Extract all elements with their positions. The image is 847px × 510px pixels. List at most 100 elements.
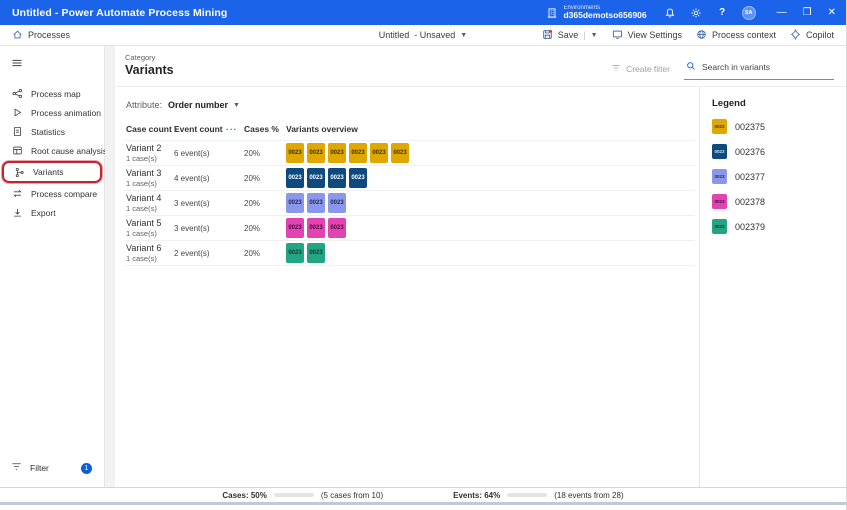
environment-label: Environments xyxy=(563,4,601,11)
event-box[interactable]: 0023 xyxy=(286,218,304,238)
document-status: - Unsaved xyxy=(414,30,456,40)
process-animation-icon xyxy=(11,107,23,118)
process-context-button[interactable]: Process context xyxy=(696,29,776,42)
notifications-icon[interactable] xyxy=(664,6,677,19)
table-row[interactable]: Variant 4 1 case(s) 3 event(s) 20% 0023 0… xyxy=(124,190,695,215)
search-input[interactable] xyxy=(702,62,832,72)
sidebar-item-label: Process compare xyxy=(31,188,98,199)
legend-label: 002378 xyxy=(735,196,766,207)
variant-name: Variant 3 xyxy=(126,168,162,178)
table-header: Case count ↓ Event count ··· Cases % Var… xyxy=(124,121,695,140)
root-cause-analysis-icon xyxy=(11,145,23,156)
title-bar: Untitled - Power Automate Process Mining… xyxy=(0,0,846,25)
status-bar: Cases: 50% (5 cases from 10) Events: 64%… xyxy=(0,487,846,502)
sidebar-item-variants[interactable]: Variants xyxy=(2,161,102,183)
col-variants-overview: Variants overview xyxy=(286,124,358,134)
legend-item[interactable]: 0023 002376 xyxy=(712,144,836,159)
environment-name: d365demotso656906 xyxy=(563,10,647,21)
variant-event-count: 4 event(s) xyxy=(174,173,210,183)
processes-nav[interactable]: Processes xyxy=(12,29,70,42)
table-row[interactable]: Variant 5 1 case(s) 3 event(s) 20% 0023 0… xyxy=(124,215,695,240)
variant-case-count: 1 case(s) xyxy=(126,229,157,238)
table-row[interactable]: Variant 6 1 case(s) 2 event(s) 20% 0023 0… xyxy=(124,240,695,266)
sidebar-item-label: Export xyxy=(31,207,56,218)
sidebar-item-export[interactable]: Export xyxy=(0,203,104,222)
command-bar: Processes Untitled - Unsaved ▼ Save | ▼ xyxy=(0,25,846,46)
process-compare-icon xyxy=(11,188,23,199)
event-box[interactable]: 0023 xyxy=(307,243,325,263)
legend-item[interactable]: 0023 002379 xyxy=(712,219,836,234)
sidebar-item-statistics[interactable]: Statistics xyxy=(0,122,104,141)
filter-icon xyxy=(611,63,621,75)
sidebar-item-label: Root cause analysis xyxy=(31,145,108,156)
variant-name: Variant 6 xyxy=(126,243,162,253)
event-box[interactable]: 0023 xyxy=(286,193,304,213)
variant-overview-boxes: 0023 0023 0023 xyxy=(286,193,695,213)
settings-gear-icon[interactable] xyxy=(690,6,703,19)
sidebar-item-process-map[interactable]: Process map xyxy=(0,84,104,103)
event-box[interactable]: 0023 xyxy=(307,143,325,163)
variant-event-count: 3 event(s) xyxy=(174,223,210,233)
sidebar-item-root-cause-analysis[interactable]: Root cause analysis xyxy=(0,141,108,160)
col-case-count[interactable]: Case count ↓ xyxy=(126,124,178,134)
help-icon[interactable]: ? xyxy=(716,6,729,19)
legend-item[interactable]: 0023 002377 xyxy=(712,169,836,184)
variants-table: Attribute: Order number ▼ Case count ↓ E… xyxy=(115,87,699,487)
legend-label: 002377 xyxy=(735,171,766,182)
event-box[interactable]: 0023 xyxy=(391,143,409,163)
environment-picker[interactable]: Environments d365demotso656906 xyxy=(545,4,647,21)
process-context-label: Process context xyxy=(711,30,776,40)
maximize-button[interactable]: ❐ xyxy=(803,7,812,18)
filter-count-badge: 1 xyxy=(81,462,92,474)
variant-name: Variant 2 xyxy=(126,143,162,153)
event-box[interactable]: 0023 xyxy=(349,143,367,163)
event-box[interactable]: 0023 xyxy=(307,168,325,188)
copilot-button[interactable]: Copilot xyxy=(790,28,834,42)
chevron-down-icon: ▼ xyxy=(233,101,240,109)
save-button[interactable]: Save | ▼ xyxy=(542,29,598,42)
event-box[interactable]: 0023 xyxy=(286,143,304,163)
event-box[interactable]: 0023 xyxy=(349,168,367,188)
view-settings-button[interactable]: View Settings xyxy=(612,29,682,42)
create-filter-button[interactable]: Create filter xyxy=(611,63,670,75)
table-row[interactable]: Variant 2 1 case(s) 6 event(s) 20% 0023 0… xyxy=(124,140,695,165)
event-box[interactable]: 0023 xyxy=(370,143,388,163)
save-chevron-icon[interactable]: ▼ xyxy=(591,32,598,39)
more-columns-button[interactable]: ··· xyxy=(226,124,244,134)
event-box[interactable]: 0023 xyxy=(328,193,346,213)
cases-stat: Cases: 50% (5 cases from 10) xyxy=(222,491,383,500)
col-event-count[interactable]: Event count xyxy=(174,124,226,134)
event-box[interactable]: 0023 xyxy=(307,193,325,213)
document-title: Untitled xyxy=(378,30,410,40)
sidebar-item-label: Process map xyxy=(31,88,81,99)
legend-item[interactable]: 0023 002375 xyxy=(712,119,836,134)
document-title-dropdown[interactable]: Untitled - Unsaved ▼ xyxy=(379,30,467,40)
sidebar-item-label: Variants xyxy=(33,167,64,177)
globe-icon xyxy=(696,29,707,42)
hamburger-menu-icon[interactable] xyxy=(0,52,104,84)
event-box[interactable]: 0023 xyxy=(328,143,346,163)
col-cases-pct[interactable]: Cases % xyxy=(244,124,286,134)
minimize-button[interactable]: — xyxy=(777,7,787,18)
event-box[interactable]: 0023 xyxy=(286,243,304,263)
sidebar-item-label: Statistics xyxy=(31,126,66,137)
avatar[interactable]: SA xyxy=(741,5,756,20)
sidebar-item-process-compare[interactable]: Process compare xyxy=(0,184,104,203)
table-row[interactable]: Variant 3 1 case(s) 4 event(s) 20% 0023 0… xyxy=(124,165,695,190)
sidebar-item-process-animation[interactable]: Process animation xyxy=(0,103,104,122)
search-box[interactable] xyxy=(684,57,834,80)
variant-overview-boxes: 0023 0023 xyxy=(286,243,695,263)
event-box[interactable]: 0023 xyxy=(286,168,304,188)
close-button[interactable]: ✕ xyxy=(828,7,836,18)
variant-cases-percent: 20% xyxy=(244,223,261,233)
sidebar-filter-button[interactable]: Filter 1 xyxy=(0,453,104,487)
legend-item[interactable]: 0023 002378 xyxy=(712,194,836,209)
filter-label: Filter xyxy=(30,463,49,473)
variant-case-count: 1 case(s) xyxy=(126,254,157,263)
event-box[interactable]: 0023 xyxy=(328,218,346,238)
events-stat: Events: 64% (18 events from 28) xyxy=(453,491,624,500)
event-box[interactable]: 0023 xyxy=(307,218,325,238)
variants-icon xyxy=(13,167,25,178)
attribute-dropdown[interactable]: Order number ▼ xyxy=(168,100,240,110)
event-box[interactable]: 0023 xyxy=(328,168,346,188)
